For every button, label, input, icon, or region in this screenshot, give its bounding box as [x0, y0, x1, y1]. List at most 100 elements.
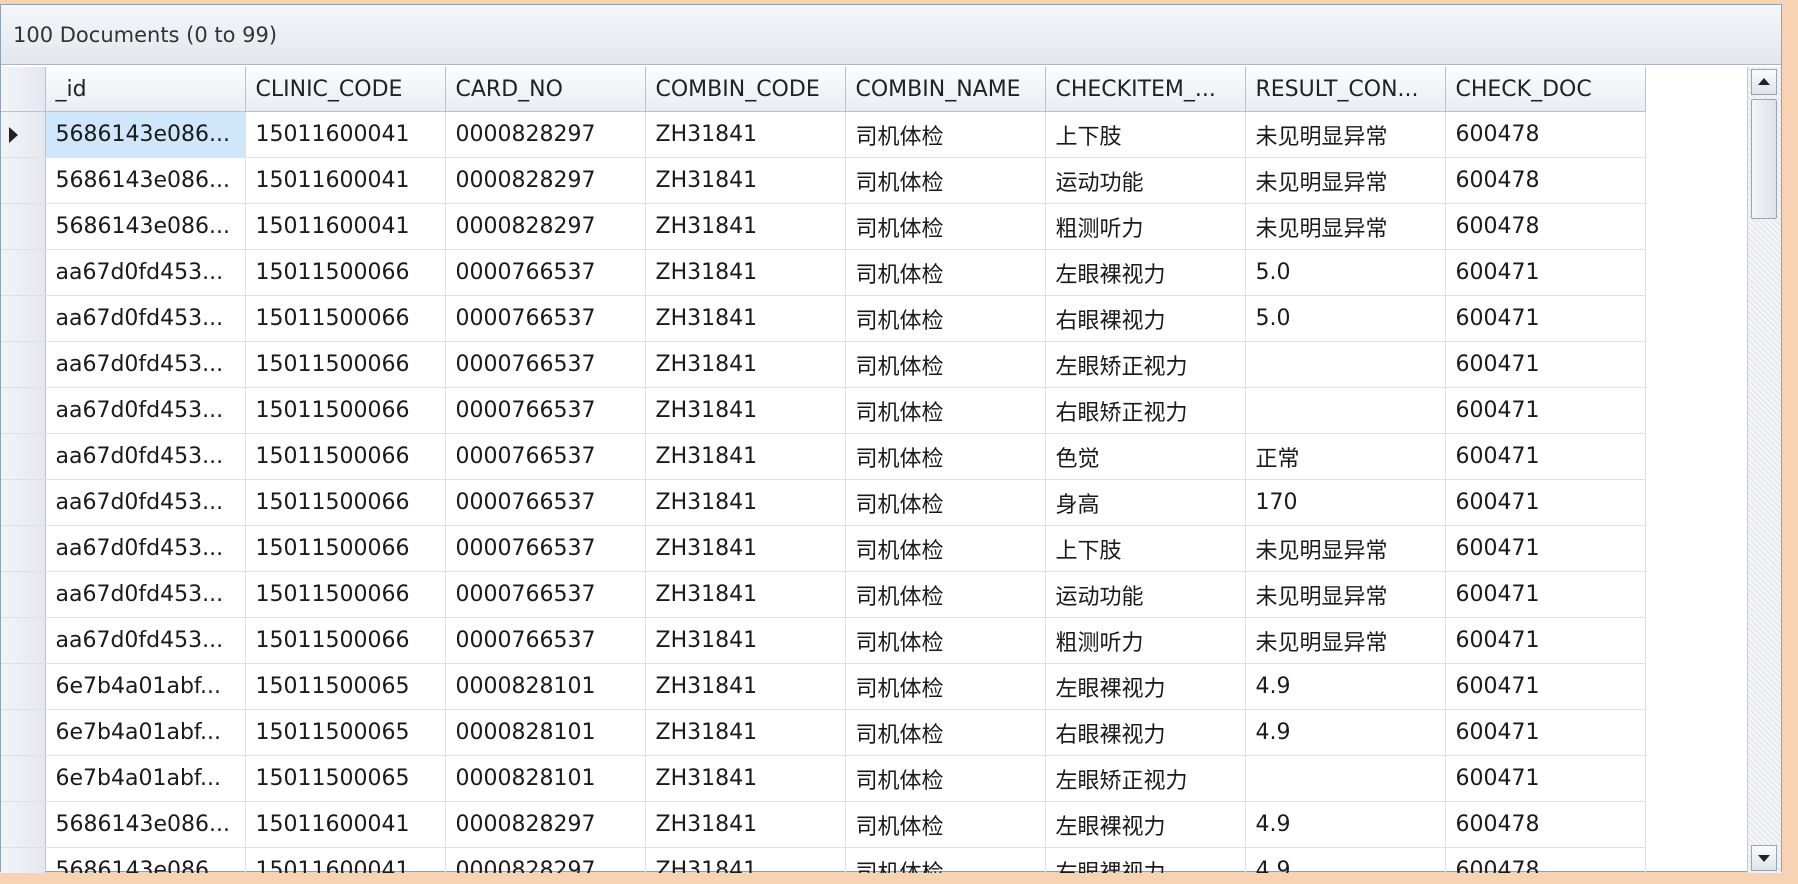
table-cell[interactable]: 0000828101 [445, 709, 646, 756]
table-cell[interactable]: 身高 [1045, 479, 1246, 526]
row-header[interactable] [1, 847, 46, 873]
table-cell[interactable]: 15011500066 [245, 341, 446, 388]
row-header[interactable] [1, 249, 46, 296]
scroll-up-button[interactable] [1751, 69, 1777, 95]
table-cell[interactable]: 15011500066 [245, 249, 446, 296]
table-cell[interactable]: 5686143e086... [45, 111, 246, 158]
table-cell[interactable]: 左眼裸视力 [1045, 663, 1246, 710]
table-cell[interactable]: 15011500066 [245, 617, 446, 664]
table-cell[interactable]: aa67d0fd453... [45, 249, 246, 296]
table-cell[interactable]: ZH31841 [645, 617, 846, 664]
table-cell[interactable]: 600478 [1445, 801, 1646, 848]
table-cell[interactable]: 未见明显异常 [1245, 525, 1446, 572]
table-row[interactable]: aa67d0fd453... 15011500066 0000766537 ZH318… [1, 479, 1646, 526]
row-header[interactable] [1, 111, 46, 158]
table-cell[interactable]: 600471 [1445, 663, 1646, 710]
table-row[interactable]: 5686143e086... 15011600041 0000828297 ZH318… [1, 847, 1646, 873]
table-cell[interactable]: 0000828297 [445, 801, 646, 848]
table-cell[interactable]: 司机体检 [845, 847, 1046, 873]
table-cell[interactable]: 司机体检 [845, 617, 1046, 664]
table-cell[interactable]: 15011500066 [245, 571, 446, 618]
column-header[interactable]: _id [45, 67, 246, 112]
table-cell[interactable]: aa67d0fd453... [45, 341, 246, 388]
table-cell[interactable]: 600471 [1445, 295, 1646, 342]
table-cell[interactable]: 右眼裸视力 [1045, 709, 1246, 756]
table-row[interactable]: aa67d0fd453... 15011500066 0000766537 ZH318… [1, 341, 1646, 388]
table-cell[interactable]: 5.0 [1245, 295, 1446, 342]
table-cell[interactable]: 粗测听力 [1045, 203, 1246, 250]
table-cell[interactable]: 5686143e086... [45, 801, 246, 848]
table-cell[interactable]: 0000766537 [445, 249, 646, 296]
table-cell[interactable]: 5686143e086... [45, 203, 246, 250]
table-cell[interactable]: 600471 [1445, 433, 1646, 480]
table-cell[interactable]: 15011500066 [245, 295, 446, 342]
table-cell[interactable]: 6e7b4a01abf... [45, 663, 246, 710]
table-cell[interactable]: 上下肢 [1045, 111, 1246, 158]
table-cell[interactable]: 0000828297 [445, 111, 646, 158]
documents-grid[interactable]: _id CLINIC_CODE CARD_NO COMBIN_CODE COMBIN_N… [1, 67, 1749, 873]
table-cell[interactable]: 运动功能 [1045, 157, 1246, 204]
table-cell[interactable]: 左眼裸视力 [1045, 801, 1246, 848]
table-cell[interactable]: ZH31841 [645, 525, 846, 572]
table-cell[interactable]: 左眼矫正视力 [1045, 341, 1246, 388]
column-header[interactable]: COMBIN_CODE [645, 67, 846, 112]
table-cell[interactable]: 司机体检 [845, 479, 1046, 526]
table-cell[interactable]: 运动功能 [1045, 571, 1246, 618]
table-cell[interactable] [1245, 755, 1446, 802]
table-cell[interactable]: 右眼裸视力 [1045, 295, 1246, 342]
table-cell[interactable]: 0000828101 [445, 663, 646, 710]
table-cell[interactable]: 右眼裸视力 [1045, 847, 1246, 873]
table-cell[interactable]: 15011600041 [245, 847, 446, 873]
table-cell[interactable]: 6e7b4a01abf... [45, 755, 246, 802]
table-cell[interactable]: aa67d0fd453... [45, 295, 246, 342]
table-cell[interactable]: ZH31841 [645, 801, 846, 848]
column-header[interactable]: CHECKITEM_... [1045, 67, 1246, 112]
table-row[interactable]: aa67d0fd453... 15011500066 0000766537 ZH318… [1, 571, 1646, 618]
row-header[interactable] [1, 663, 46, 710]
table-cell[interactable]: 粗测听力 [1045, 617, 1246, 664]
table-cell[interactable]: 5686143e086... [45, 847, 246, 873]
table-cell[interactable] [1245, 387, 1446, 434]
table-cell[interactable]: ZH31841 [645, 663, 846, 710]
table-cell[interactable]: 0000766537 [445, 433, 646, 480]
table-cell[interactable]: 司机体检 [845, 111, 1046, 158]
table-cell[interactable]: ZH31841 [645, 111, 846, 158]
table-cell[interactable]: 4.9 [1245, 663, 1446, 710]
table-cell[interactable]: 0000766537 [445, 479, 646, 526]
table-cell[interactable]: 600478 [1445, 111, 1646, 158]
table-cell[interactable]: 司机体检 [845, 157, 1046, 204]
table-cell[interactable]: 15011600041 [245, 801, 446, 848]
table-cell[interactable]: 未见明显异常 [1245, 571, 1446, 618]
table-cell[interactable]: 15011500065 [245, 755, 446, 802]
table-cell[interactable]: ZH31841 [645, 479, 846, 526]
table-cell[interactable]: 司机体检 [845, 525, 1046, 572]
table-cell[interactable]: 600471 [1445, 755, 1646, 802]
table-row[interactable]: 5686143e086... 15011600041 0000828297 ZH318… [1, 801, 1646, 848]
table-row[interactable]: 6e7b4a01abf... 15011500065 0000828101 ZH318… [1, 755, 1646, 802]
table-cell[interactable]: 0000828297 [445, 203, 646, 250]
table-row[interactable]: aa67d0fd453... 15011500066 0000766537 ZH318… [1, 617, 1646, 664]
table-cell[interactable]: 司机体检 [845, 203, 1046, 250]
table-cell[interactable]: 0000828297 [445, 847, 646, 873]
row-header[interactable] [1, 203, 46, 250]
table-row[interactable]: aa67d0fd453... 15011500066 0000766537 ZH318… [1, 525, 1646, 572]
table-cell[interactable]: 5686143e086... [45, 157, 246, 204]
row-header[interactable] [1, 433, 46, 480]
table-row[interactable]: aa67d0fd453... 15011500066 0000766537 ZH318… [1, 387, 1646, 434]
row-header[interactable] [1, 525, 46, 572]
table-cell[interactable]: aa67d0fd453... [45, 433, 246, 480]
row-header[interactable] [1, 571, 46, 618]
table-cell[interactable]: 15011500066 [245, 525, 446, 572]
table-cell[interactable]: ZH31841 [645, 249, 846, 296]
row-header[interactable] [1, 387, 46, 434]
table-cell[interactable]: 司机体检 [845, 249, 1046, 296]
table-row[interactable]: 5686143e086... 15011600041 0000828297 ZH318… [1, 203, 1646, 250]
column-header[interactable]: COMBIN_NAME [845, 67, 1046, 112]
column-header[interactable]: RESULT_CON... [1245, 67, 1446, 112]
table-cell[interactable]: 上下肢 [1045, 525, 1246, 572]
table-cell[interactable]: 0000766537 [445, 571, 646, 618]
table-cell[interactable]: 0000766537 [445, 295, 646, 342]
column-header[interactable]: CLINIC_CODE [245, 67, 446, 112]
table-cell[interactable]: ZH31841 [645, 157, 846, 204]
table-row[interactable]: 6e7b4a01abf... 15011500065 0000828101 ZH318… [1, 663, 1646, 710]
